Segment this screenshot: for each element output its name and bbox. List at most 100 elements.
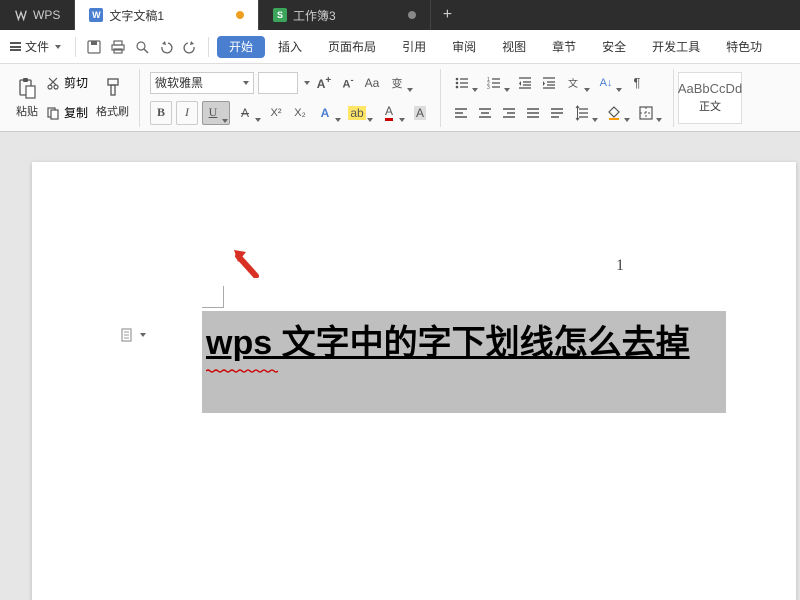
align-left-button[interactable] — [451, 103, 471, 123]
file-menu-button[interactable]: 文件 — [0, 30, 71, 63]
tab-view[interactable]: 视图 — [489, 30, 539, 63]
document-headline[interactable]: wps 文字中的字下划线怎么去掉 — [206, 315, 690, 364]
tab-developer[interactable]: 开发工具 — [639, 30, 713, 63]
cut-button[interactable]: 剪切 — [46, 71, 88, 95]
tab-start[interactable]: 开始 — [217, 36, 265, 58]
copy-label: 复制 — [64, 104, 88, 121]
font-name-value: 微软雅黑 — [155, 74, 203, 91]
print-preview-button[interactable] — [134, 39, 150, 55]
paragraph-indicator[interactable] — [120, 328, 146, 342]
svg-text:文: 文 — [568, 77, 578, 90]
format-painter-button[interactable]: 格式刷 — [92, 69, 133, 127]
tab-references[interactable]: 引用 — [389, 30, 439, 63]
menubar: 文件 开始 插入 页面布局 引用 审阅 视图 章节 安全 开发工具 特色功 — [0, 30, 800, 64]
chevron-down-icon — [304, 81, 310, 85]
page-number: 1 — [616, 257, 624, 275]
tab-features[interactable]: 特色功 — [713, 30, 775, 63]
text-direction-button[interactable]: 文 — [563, 73, 591, 93]
doc-icon: W — [89, 8, 103, 22]
new-tab-button[interactable]: + — [431, 0, 464, 30]
sheet-icon: S — [273, 8, 287, 22]
ribbon: 粘贴 剪切 复制 格式刷 微软雅黑 — [0, 64, 800, 132]
show-marks-button[interactable]: ¶ — [627, 73, 647, 93]
increase-font-button[interactable]: A+ — [314, 73, 334, 93]
quick-access-toolbar — [80, 39, 204, 55]
copy-button[interactable]: 复制 — [46, 101, 88, 125]
chevron-down-icon — [55, 45, 61, 49]
decrease-indent-button[interactable] — [515, 73, 535, 93]
clipboard-group: 粘贴 剪切 复制 格式刷 — [6, 69, 140, 127]
format-painter-label: 格式刷 — [96, 103, 129, 119]
align-distribute-button[interactable] — [547, 103, 567, 123]
style-name: 正文 — [699, 98, 721, 114]
strikethrough-button[interactable]: A — [234, 103, 262, 123]
numbering-button[interactable]: 123 — [483, 73, 511, 93]
style-preview-text: AaBbCcDd — [678, 81, 742, 96]
titlebar: WPS W 文字文稿1 S 工作簿3 + — [0, 0, 800, 30]
separator — [208, 37, 209, 57]
character-shading-button[interactable]: A — [410, 103, 430, 123]
save-button[interactable] — [86, 39, 102, 55]
align-justify-button[interactable] — [523, 103, 543, 123]
bullets-button[interactable] — [451, 73, 479, 93]
tab-chapter[interactable]: 章节 — [539, 30, 589, 63]
underline-button[interactable]: U — [202, 101, 230, 125]
tab-page-layout[interactable]: 页面布局 — [315, 30, 389, 63]
copy-icon — [46, 106, 60, 120]
align-center-button[interactable] — [475, 103, 495, 123]
paste-icon — [17, 77, 37, 99]
home-tab[interactable]: WPS — [0, 0, 75, 30]
ribbon-tabs: 开始 插入 页面布局 引用 审阅 视图 章节 安全 开发工具 特色功 — [217, 30, 775, 63]
font-group: 微软雅黑 A+ A- Aa 变 B I U A X² X₂ A ab A — [140, 69, 441, 127]
spellcheck-squiggle-icon — [206, 360, 278, 364]
phonetic-guide-button[interactable]: 变 — [386, 73, 414, 93]
paragraph-group: 123 文 A↓ ¶ — [441, 69, 674, 127]
decrease-font-button[interactable]: A- — [338, 73, 358, 93]
wps-logo-icon — [14, 8, 28, 22]
line-spacing-button[interactable] — [571, 103, 599, 123]
subscript-button[interactable]: X₂ — [290, 103, 310, 123]
app-name: WPS — [33, 8, 60, 22]
font-color-button[interactable]: A — [378, 103, 406, 123]
tab-insert[interactable]: 插入 — [265, 30, 315, 63]
dirty-indicator-icon — [236, 11, 244, 19]
paste-button[interactable]: 粘贴 — [12, 69, 42, 127]
style-normal[interactable]: AaBbCcDd 正文 — [678, 72, 742, 124]
document-tab-2[interactable]: S 工作簿3 — [259, 0, 431, 30]
page-icon — [120, 328, 134, 342]
tab-review[interactable]: 审阅 — [439, 30, 489, 63]
font-size-combobox[interactable] — [258, 72, 298, 94]
highlight-button[interactable]: ab — [346, 103, 374, 123]
bold-button[interactable]: B — [150, 101, 172, 125]
document-tab-1[interactable]: W 文字文稿1 — [75, 0, 259, 30]
plus-icon: + — [443, 6, 452, 24]
superscript-button[interactable]: X² — [266, 103, 286, 123]
increase-indent-button[interactable] — [539, 73, 559, 93]
font-name-combobox[interactable]: 微软雅黑 — [150, 72, 254, 94]
sort-button[interactable]: A↓ — [595, 73, 623, 93]
redo-button[interactable] — [182, 39, 198, 55]
cut-label: 剪切 — [64, 74, 88, 91]
borders-button[interactable] — [635, 103, 663, 123]
paste-label: 粘贴 — [16, 103, 38, 119]
tab-label: 文字文稿1 — [109, 7, 164, 24]
scissors-icon — [46, 76, 60, 90]
document-page[interactable]: 1 wps 文字中的字下划线怎么去掉 — [32, 162, 796, 600]
hamburger-icon — [10, 42, 21, 51]
tab-security[interactable]: 安全 — [589, 30, 639, 63]
shading-button[interactable] — [603, 103, 631, 123]
svg-text:3: 3 — [487, 85, 490, 91]
file-label: 文件 — [25, 38, 49, 55]
tab-label: 工作簿3 — [293, 7, 336, 24]
undo-button[interactable] — [158, 39, 174, 55]
dirty-indicator-icon — [408, 11, 416, 19]
change-case-button[interactable]: Aa — [362, 73, 382, 93]
italic-button[interactable]: I — [176, 101, 198, 125]
chevron-down-icon — [140, 333, 146, 337]
brush-icon — [104, 77, 122, 99]
print-button[interactable] — [110, 39, 126, 55]
text-effects-button[interactable]: A — [314, 103, 342, 123]
margin-corner-icon — [202, 286, 224, 308]
separator — [75, 37, 76, 57]
align-right-button[interactable] — [499, 103, 519, 123]
